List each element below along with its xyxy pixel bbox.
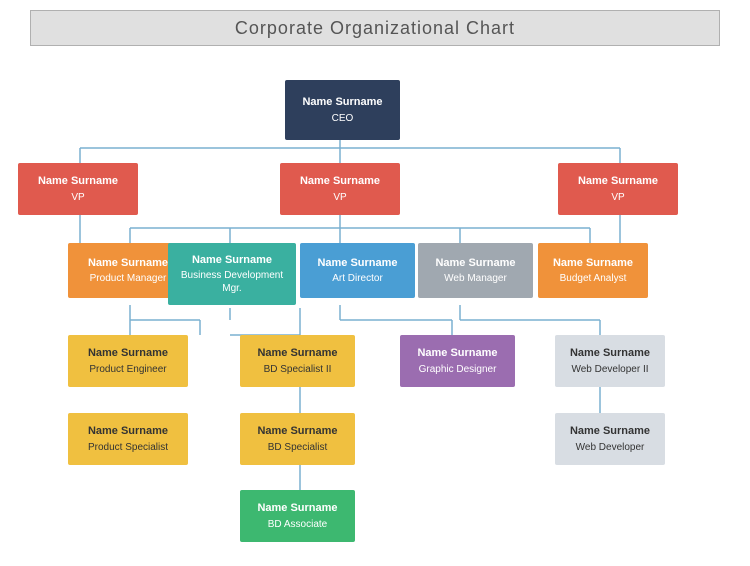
bd1-node: Name Surname BD Specialist <box>240 413 355 465</box>
bdm-node: Name Surname Business Development Mgr. <box>168 243 296 305</box>
chart-title: Corporate Organizational Chart <box>30 10 720 46</box>
bd2-node: Name Surname BD Specialist II <box>240 335 355 387</box>
pe-node: Name Surname Product Engineer <box>68 335 188 387</box>
gd-node: Name Surname Graphic Designer <box>400 335 515 387</box>
wm-node: Name Surname Web Manager <box>418 243 533 298</box>
vp1-node: Name Surname VP <box>18 163 138 215</box>
ceo-node: Name Surname CEO <box>285 80 400 140</box>
ad-node: Name Surname Art Director <box>300 243 415 298</box>
wd2-node: Name Surname Web Developer II <box>555 335 665 387</box>
ps-node: Name Surname Product Specialist <box>68 413 188 465</box>
vp3-node: Name Surname VP <box>558 163 678 215</box>
ba-node: Name Surname Budget Analyst <box>538 243 648 298</box>
wd1-node: Name Surname Web Developer <box>555 413 665 465</box>
vp2-node: Name Surname VP <box>280 163 400 215</box>
bda-node: Name Surname BD Associate <box>240 490 355 542</box>
